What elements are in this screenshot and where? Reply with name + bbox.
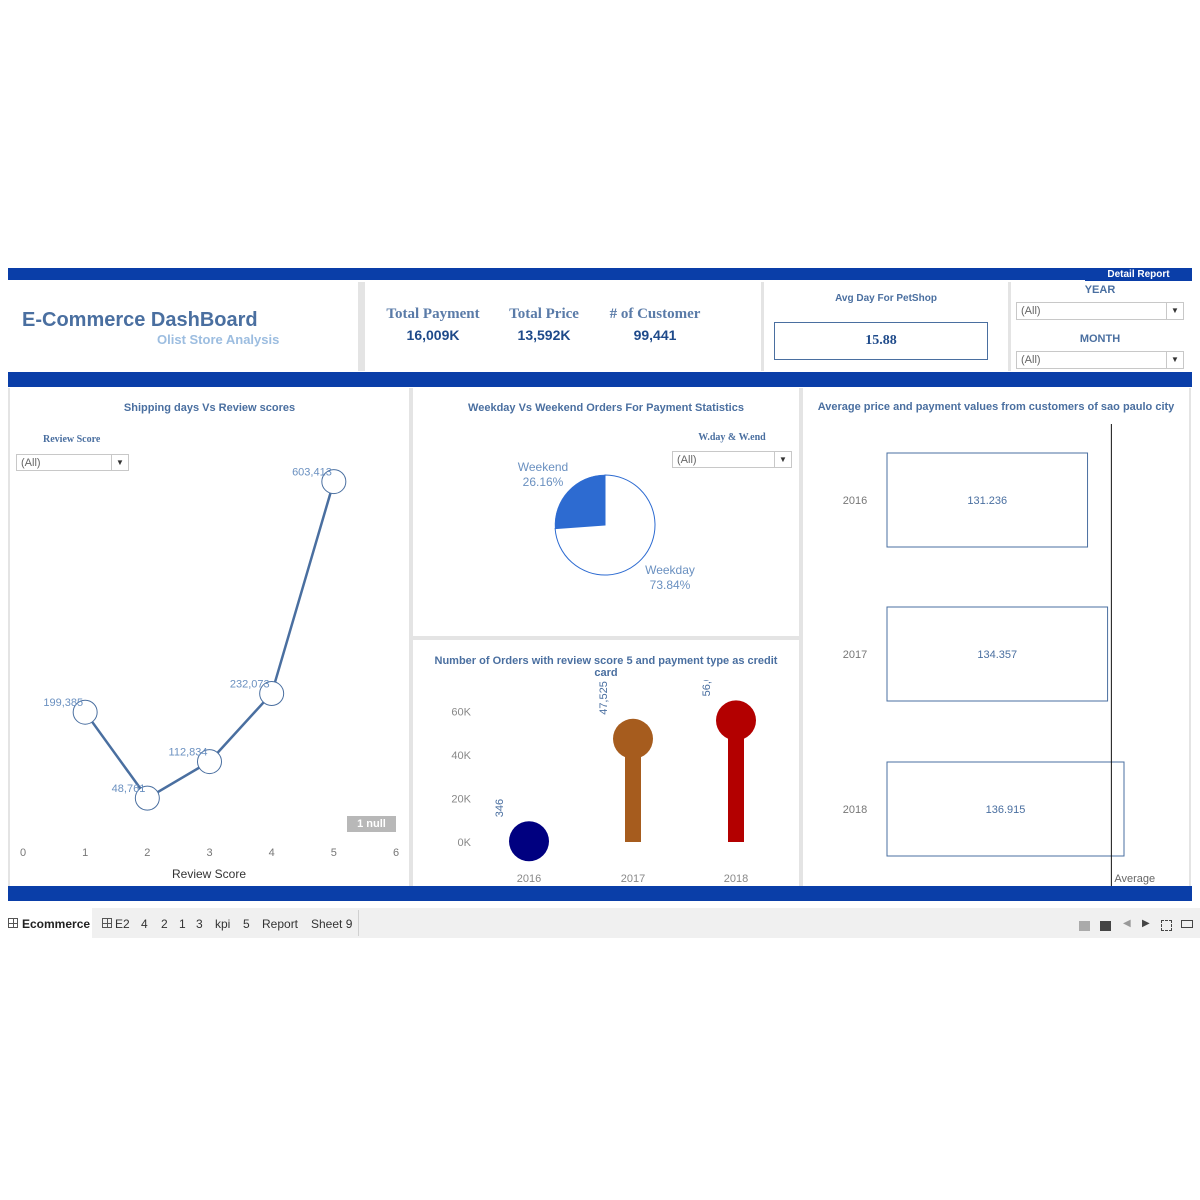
- kpi-total-price-label: Total Price: [509, 306, 579, 322]
- dashboard-icon: [8, 918, 18, 928]
- data-label: 199,385: [43, 697, 83, 709]
- avg-day-label: Avg Day For PetShop: [835, 293, 937, 304]
- data-label: 603,413: [292, 467, 332, 479]
- month-filter-label: MONTH: [1079, 333, 1121, 345]
- x-tick-label: 6: [393, 847, 399, 859]
- weekday-filter-label: W.day & W.end: [698, 432, 766, 443]
- kpi-customers-label: # of Customer: [609, 306, 701, 322]
- bottom-band: [8, 886, 1192, 901]
- x-tick-label: 2: [144, 847, 150, 859]
- tab-ecommerce[interactable]: Ecommerce: [22, 916, 90, 932]
- credit-panel-title: Number of Orders with review score 5 and…: [434, 655, 778, 667]
- credit-panel-title-line2: card: [594, 667, 618, 679]
- year-filter-value: (All): [1021, 305, 1041, 317]
- y-tick-label: 0K: [458, 837, 472, 849]
- avg-day-value: 15.88: [865, 333, 897, 348]
- year-filter-label: YEAR: [1084, 284, 1116, 296]
- dashboard-title: E-Commerce DashBoard: [22, 309, 258, 331]
- tab-e2[interactable]: E2: [115, 916, 130, 932]
- x-tick-label: 0: [20, 847, 26, 859]
- y-tick-label: 20K: [451, 794, 471, 806]
- divider: [1189, 388, 1191, 886]
- detail-report-tab[interactable]: Detail Report: [1085, 268, 1192, 281]
- tab-separator: [358, 910, 359, 936]
- lollipop-head: [613, 718, 653, 759]
- month-filter-value: (All): [1021, 354, 1041, 366]
- x-tick-label: 3: [206, 847, 212, 859]
- tab-kpi[interactable]: kpi: [215, 916, 230, 932]
- tab-report[interactable]: Report: [262, 916, 298, 932]
- top-band: [8, 268, 1192, 280]
- filmstrip-icon[interactable]: [1100, 921, 1111, 931]
- x-tick-label: 2018: [724, 873, 748, 885]
- data-label: 47,525: [598, 681, 610, 715]
- divider: [413, 636, 799, 640]
- year-filter-dropdown[interactable]: (All) ▼: [1016, 302, 1184, 320]
- tab-3[interactable]: 3: [196, 916, 203, 932]
- lollipop-head: [509, 821, 549, 862]
- x-tick-label: 2016: [517, 873, 541, 885]
- data-label: 134.357: [977, 649, 1017, 661]
- dashboard-subtitle: Olist Store Analysis: [157, 332, 280, 347]
- data-label: 48,761: [112, 783, 146, 795]
- kpi-total-price-value: 13,592K: [517, 327, 571, 343]
- divider: [1008, 282, 1011, 371]
- divider: [362, 282, 365, 371]
- tab-4[interactable]: 4: [141, 916, 148, 932]
- credit-orders-chart: 0K 20K 40K 60K 346 2016 47,525 2017 56,015 2018: [451, 680, 756, 885]
- y-tick-label: 2018: [843, 804, 867, 816]
- middle-band: [8, 372, 1192, 387]
- kpi-total-payment-value: 16,009K: [406, 327, 460, 343]
- chevron-down-icon[interactable]: ▼: [1166, 352, 1183, 368]
- chevron-down-icon[interactable]: ▼: [774, 452, 791, 467]
- data-label: 131.236: [967, 495, 1007, 507]
- kpi-customers-value: 99,441: [633, 327, 677, 343]
- tab-sheet-9[interactable]: Sheet 9: [311, 916, 352, 932]
- weekday-filter-dropdown[interactable]: (All) ▼: [672, 451, 792, 468]
- reference-line-label: Average: [1114, 873, 1155, 885]
- lollipop-head: [716, 700, 756, 741]
- x-tick-label: 1: [82, 847, 88, 859]
- shipping-line-chart: 199,385 48,761 112,834 232,073 603,413 0 1 2 3 4 5…: [20, 467, 399, 881]
- grid-view-icon[interactable]: [1079, 921, 1090, 931]
- shipping-panel-title: Shipping days Vs Review scores: [123, 402, 296, 414]
- y-tick-label: 60K: [451, 707, 471, 719]
- chevron-down-icon[interactable]: ▼: [1166, 303, 1183, 319]
- y-tick-label: 40K: [451, 750, 471, 762]
- data-label: 346: [494, 799, 506, 817]
- dashboard-icon: [102, 918, 112, 928]
- present-icon[interactable]: [1181, 920, 1193, 928]
- weekday-panel-title: Weekday Vs Weekend Orders For Payment St…: [468, 402, 744, 414]
- data-label: 232,073: [230, 679, 270, 691]
- avgprice-panel-title: Average price and payment values from cu…: [817, 401, 1175, 413]
- tab-1[interactable]: 1: [179, 916, 186, 932]
- data-label: 136.915: [986, 804, 1026, 816]
- prev-sheet-icon[interactable]: ◀: [1123, 918, 1131, 929]
- weekday-filter-value: (All): [677, 454, 697, 466]
- weekday-pie-chart: [554, 474, 656, 576]
- kpi-total-payment-label: Total Payment: [386, 306, 480, 322]
- x-axis-label: Review Score: [172, 867, 246, 881]
- pie-slice-weekend: [554, 474, 606, 529]
- tab-5[interactable]: 5: [243, 916, 250, 932]
- x-tick-label: 2017: [621, 873, 645, 885]
- avgprice-bar-chart: 131.236 2016 134.357 2017 136.915 2018 Average: [843, 424, 1155, 886]
- next-sheet-icon[interactable]: ▶: [1142, 918, 1150, 929]
- x-tick-label: 4: [269, 847, 275, 859]
- divider: [761, 282, 764, 371]
- month-filter-dropdown[interactable]: (All) ▼: [1016, 351, 1184, 369]
- tab-2[interactable]: 2: [161, 916, 168, 932]
- x-tick-label: 5: [331, 847, 337, 859]
- y-tick-label: 2017: [843, 649, 867, 661]
- data-label: 112,834: [169, 747, 208, 759]
- fullscreen-icon[interactable]: [1161, 920, 1172, 931]
- data-label: 56,015: [701, 680, 713, 696]
- y-tick-label: 2016: [843, 495, 867, 507]
